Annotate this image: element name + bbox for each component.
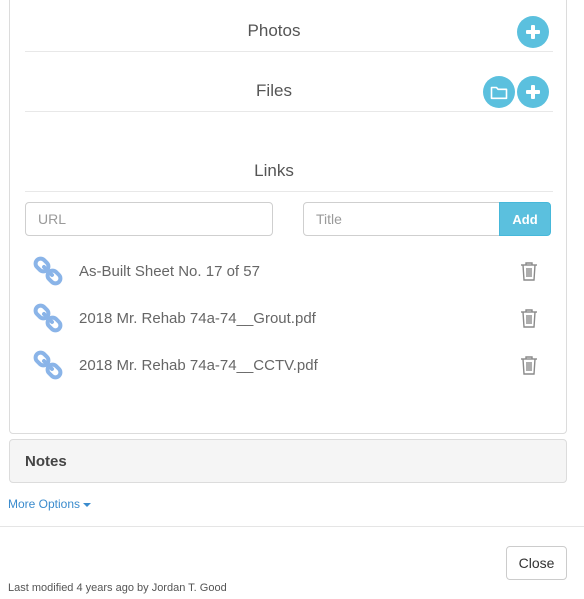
last-modified-text: Last modified 4 years ago by Jordan T. G… bbox=[8, 582, 227, 594]
plus-icon bbox=[526, 85, 540, 99]
files-heading: Files bbox=[256, 81, 292, 100]
trash-icon[interactable] bbox=[520, 261, 538, 281]
url-input[interactable] bbox=[25, 202, 273, 236]
footer-divider bbox=[0, 526, 584, 527]
links-heading: Links bbox=[254, 161, 294, 180]
add-photo-button[interactable] bbox=[517, 16, 549, 48]
more-options-link[interactable]: More Options bbox=[8, 497, 92, 511]
add-link-button[interactable]: Add bbox=[499, 202, 551, 236]
link-item[interactable]: 2018 Mr. Rehab 74a-74__Grout.pdf bbox=[25, 300, 553, 340]
folder-icon bbox=[490, 86, 508, 99]
link-label[interactable]: 2018 Mr. Rehab 74a-74__CCTV.pdf bbox=[79, 357, 318, 374]
more-options-label[interactable]: More Options bbox=[8, 497, 80, 511]
link-item[interactable]: As-Built Sheet No. 17 of 57 bbox=[25, 253, 553, 293]
attachments-card: Photos Files Links Add As bbox=[9, 0, 567, 434]
link-title-input[interactable] bbox=[303, 202, 501, 236]
links-divider bbox=[25, 191, 553, 192]
trash-icon[interactable] bbox=[520, 355, 538, 375]
add-file-button[interactable] bbox=[517, 76, 549, 108]
notes-panel[interactable]: Notes bbox=[9, 439, 567, 483]
caret-down-icon bbox=[83, 502, 92, 507]
photos-heading: Photos bbox=[247, 21, 301, 40]
notes-heading: Notes bbox=[25, 453, 67, 470]
chain-link-icon bbox=[33, 256, 63, 286]
browse-files-button[interactable] bbox=[483, 76, 515, 108]
link-item[interactable]: 2018 Mr. Rehab 74a-74__CCTV.pdf bbox=[25, 347, 553, 387]
close-button[interactable]: Close bbox=[506, 546, 567, 580]
photos-divider bbox=[25, 51, 553, 52]
trash-icon[interactable] bbox=[520, 308, 538, 328]
chain-link-icon bbox=[33, 303, 63, 333]
link-label[interactable]: 2018 Mr. Rehab 74a-74__Grout.pdf bbox=[79, 310, 316, 327]
files-divider bbox=[25, 111, 553, 112]
plus-icon bbox=[526, 25, 540, 39]
chain-link-icon bbox=[33, 350, 63, 380]
link-label[interactable]: As-Built Sheet No. 17 of 57 bbox=[79, 263, 260, 280]
